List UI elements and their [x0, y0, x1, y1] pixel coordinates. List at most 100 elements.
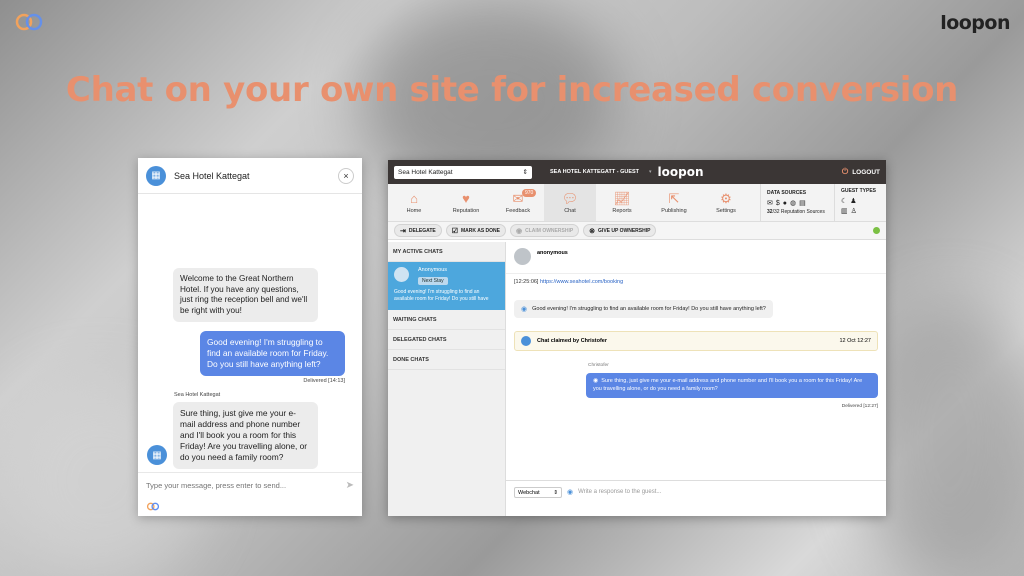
- delegate-button[interactable]: ⇥ DELEGATE: [394, 224, 442, 237]
- chat-actions-bar: ⇥ DELEGATE ☑ MARK AS DONE ◉ CLAIM OWNERSHIP…: [388, 222, 886, 240]
- nav-home[interactable]: ⌂ Home: [388, 184, 440, 221]
- hotel-label: SEA HOTEL KATTEGATT - GUEST: [550, 169, 640, 175]
- feedback-badge: 970: [522, 189, 537, 197]
- mail-icon: ✉: [767, 200, 776, 207]
- hotel-building-icon: ▦: [146, 165, 166, 186]
- nav-reputation[interactable]: ♥ Reputation: [440, 184, 492, 221]
- guest-name: anonymous: [537, 250, 568, 256]
- guest-types-title-text: GUEST TYPES: [841, 188, 877, 194]
- claimed-text: Chat claimed by Christofer: [537, 338, 607, 344]
- send-icon[interactable]: ➤: [346, 480, 354, 491]
- nav-feedback-label: Feedback: [505, 207, 531, 214]
- share-icon: ⇱: [668, 190, 680, 206]
- delegated-chats-header[interactable]: DELEGATED CHATS: [388, 330, 505, 350]
- my-active-chats-header[interactable]: MY ACTIVE CHATS: [388, 242, 505, 262]
- main-nav: ⌂ Home ♥ Reputation ✉ 970 Feedback 💬︎ Ch…: [388, 184, 886, 222]
- logout-button[interactable]: ⏻ LOGOUT: [842, 167, 880, 177]
- checkbox-icon: ☑: [451, 227, 459, 235]
- webchat-icon: ◉: [567, 489, 574, 496]
- loopon-logo: loopon: [940, 12, 1010, 34]
- active-chat-card[interactable]: Anonymous Next Stay Good evening! I'm st…: [388, 262, 505, 310]
- webchat-outgoing-icon: ◉: [593, 378, 599, 384]
- mark-done-button[interactable]: ☑ MARK AS DONE: [445, 224, 506, 237]
- loopon-symbol-icon: [15, 13, 43, 31]
- guest-avatar: [394, 267, 409, 282]
- chat-card-preview: Good evening! I'm struggling to find an …: [394, 289, 489, 302]
- widget-title: Sea Hotel Kattegat: [174, 170, 250, 181]
- done-chats-header[interactable]: DONE CHATS: [388, 350, 505, 370]
- guest-chat-message: ◉ Good evening! I'm struggling to find a…: [514, 300, 773, 318]
- nav-settings[interactable]: ⚙ Settings: [700, 184, 752, 221]
- moon-icon: ☾: [841, 198, 851, 205]
- loopon-dashboard: Sea Hotel Kattegat ⇕ SEA HOTEL KATTEGATT…: [388, 160, 886, 516]
- data-sources-count: 32/32 Reputation Sources: [767, 209, 834, 215]
- webchat-icon: ◉: [521, 306, 528, 313]
- data-sources-icons[interactable]: ✉$●◍▤: [767, 199, 834, 207]
- channel-select[interactable]: Webchat ⇕: [514, 487, 562, 498]
- nav-settings-label: Settings: [716, 207, 736, 214]
- data-sources-title: DATA SOURCES: [767, 190, 807, 196]
- claim-icon: ◉: [516, 227, 523, 235]
- chat-sidebar: MY ACTIVE CHATS Anonymous Next Stay Good…: [388, 242, 506, 516]
- power-icon: ⏻: [841, 167, 849, 176]
- globe-icon: ◍: [790, 200, 800, 207]
- waiting-chats-header[interactable]: WAITING CHATS: [388, 310, 505, 330]
- nav-chat[interactable]: 💬︎ Chat: [544, 184, 596, 221]
- nav-chat-label: Chat: [564, 207, 576, 214]
- data-sources-count-text: /32 Reputation Sources: [772, 209, 825, 215]
- online-status-indicator: [873, 227, 880, 234]
- response-input[interactable]: Write a response to the guest...: [578, 487, 661, 498]
- home-icon: ⌂: [410, 190, 418, 206]
- nav-reputation-label: Reputation: [452, 207, 480, 214]
- guest-message-status: Delivered [14:13]: [303, 378, 345, 384]
- group-icon: ♙: [850, 208, 860, 215]
- nav-reports[interactable]: 📈︎ Reports: [596, 184, 648, 221]
- book-icon: ▥: [841, 208, 851, 215]
- claim-ownership-label: CLAIM OWNERSHIP: [525, 227, 574, 234]
- nav-reports-label: Reports: [612, 207, 632, 214]
- claim-ownership-button[interactable]: ◉ CLAIM OWNERSHIP: [510, 224, 580, 237]
- agent-message-status: Delivered [12:27]: [841, 404, 878, 409]
- message-input[interactable]: [146, 481, 346, 490]
- guest-message: Good evening! I'm struggling to find an …: [200, 331, 345, 376]
- welcome-message: Welcome to the Great Northern Hotel. If …: [173, 268, 318, 322]
- chevron-updown-icon: ⇕: [553, 489, 558, 496]
- conversation-header: anonymous: [506, 242, 886, 274]
- agent-avatar-icon: ▦: [147, 445, 167, 465]
- give-up-ownership-button[interactable]: ⊗ GIVE UP OWNERSHIP: [583, 224, 657, 237]
- guest-types-icons[interactable]: ☾♟ ▥♙: [841, 197, 876, 217]
- guest-types-title: GUEST TYPES: [841, 188, 876, 194]
- dollar-icon: $: [775, 200, 783, 207]
- agent-chat-message: ◉ Sure thing, just give me your e-mail ad…: [586, 373, 878, 398]
- nav-publishing-label: Publishing: [661, 207, 687, 214]
- response-bar: Webchat ⇕ ◉ Write a response to the gues…: [506, 480, 886, 516]
- channel-value: Webchat: [518, 489, 540, 496]
- chat-card-name: Anonymous: [418, 267, 448, 273]
- hotel-select[interactable]: Sea Hotel Kattegat ⇕: [394, 165, 532, 179]
- guest-avatar-large: [514, 248, 531, 265]
- visited-page-link[interactable]: https://www.seahotel.com/booking: [540, 279, 623, 285]
- gear-icon: ⚙: [720, 190, 732, 206]
- widget-header: ▦ Sea Hotel Kattegat ×: [138, 158, 362, 194]
- data-sources-panel: DATA SOURCES ✉$●◍▤ 32/32 Reputation Sour…: [760, 184, 834, 221]
- close-circle-icon: ⊗: [589, 227, 596, 235]
- logout-label: LOGOUT: [852, 168, 880, 176]
- claimed-date: 12 Oct 12:27: [839, 338, 872, 344]
- guest-chat-message-text: Good evening! I'm struggling to find an …: [532, 306, 766, 312]
- nav-publishing[interactable]: ⇱ Publishing: [648, 184, 700, 221]
- agent-label: Sea Hotel Kattegat: [174, 392, 221, 398]
- page-headline: Chat on your own site for increased conv…: [65, 70, 959, 110]
- dashboard-topbar: Sea Hotel Kattegat ⇕ SEA HOTEL KATTEGATT…: [388, 160, 886, 184]
- delegate-icon: ⇥: [400, 227, 406, 235]
- agent-name-label: Christofer: [588, 363, 609, 368]
- agent-message: Sure thing, just give me your e-mail add…: [173, 402, 318, 469]
- hotel-select-value: Sea Hotel Kattegat: [398, 168, 453, 176]
- chat-widget: ▦ Sea Hotel Kattegat × Welcome to the Gr…: [138, 158, 362, 516]
- chat-body: MY ACTIVE CHATS Anonymous Next Stay Good…: [388, 242, 886, 516]
- chat-icon: ●: [782, 200, 791, 207]
- chat-claimed-notice: Chat claimed by Christofer 12 Oct 12:27: [514, 331, 878, 351]
- visit-time: [12:25:06]: [514, 279, 539, 285]
- hotel-caret-icon[interactable]: ▾: [649, 169, 652, 175]
- nav-feedback[interactable]: ✉ 970 Feedback: [492, 184, 544, 221]
- close-button[interactable]: ×: [338, 167, 354, 184]
